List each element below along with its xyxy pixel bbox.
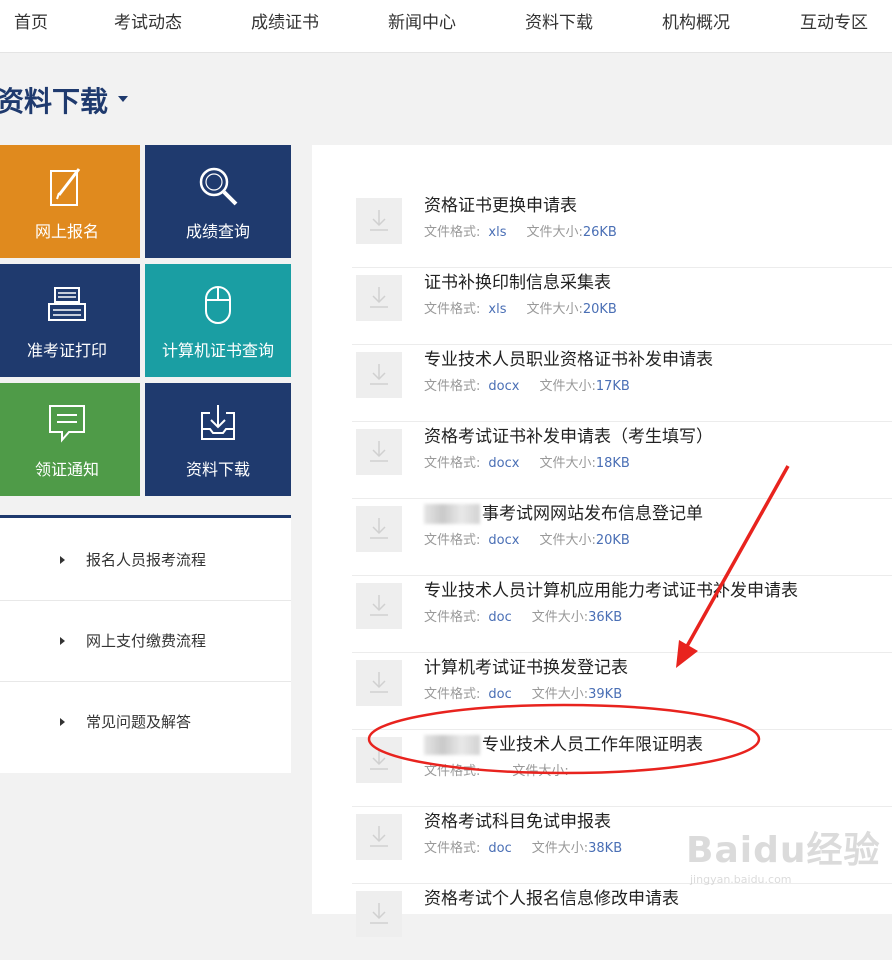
- edit-icon: [50, 168, 81, 206]
- caret-right-icon: [60, 556, 65, 564]
- file-meta: 文件格式: doc 文件大小:38KB: [424, 841, 623, 856]
- tile-online-registration[interactable]: 网上报名: [0, 145, 140, 258]
- file-meta: 文件格式: docx 文件大小:20KB: [424, 533, 630, 548]
- file-meta: 文件格式: doc 文件大小:39KB: [424, 687, 623, 702]
- printer-icon: [48, 287, 86, 321]
- redacted-text: [424, 735, 480, 755]
- download-icon: [356, 660, 402, 706]
- link-registration-process[interactable]: 报名人员报考流程: [0, 520, 291, 601]
- nav-about[interactable]: 机构概况: [662, 8, 730, 33]
- tile-label: 准考证打印: [26, 341, 107, 360]
- link-faq[interactable]: 常见问题及解答: [0, 682, 291, 762]
- download-tray-icon: [201, 405, 235, 440]
- quick-links: 报名人员报考流程 网上支付缴费流程 常见问题及解答: [0, 515, 291, 773]
- file-item-highlighted[interactable]: 专业技术人员工作年限证明表 文件格式: 文件大小:: [352, 729, 892, 807]
- nav-downloads[interactable]: 资料下载: [525, 8, 593, 33]
- download-icon: [356, 814, 402, 860]
- file-meta: 文件格式: docx 文件大小:18KB: [424, 456, 630, 471]
- tile-admission-print[interactable]: 准考证打印: [0, 264, 140, 377]
- watermark-url: jingyan.baidu.com: [690, 873, 792, 886]
- nav-interaction[interactable]: 互动专区: [800, 8, 868, 33]
- tile-label: 计算机证书查询: [161, 341, 274, 360]
- file-item[interactable]: 计算机考试证书换发登记表 文件格式: doc 文件大小:39KB: [352, 652, 892, 730]
- file-item[interactable]: 专业技术人员职业资格证书补发申请表 文件格式: docx 文件大小:17KB: [352, 344, 892, 422]
- tile-label: 成绩查询: [185, 222, 250, 241]
- caret-right-icon: [60, 718, 65, 726]
- link-label: 报名人员报考流程: [86, 551, 207, 569]
- file-name[interactable]: 证书补换印制信息采集表: [424, 268, 611, 293]
- link-label: 常见问题及解答: [86, 713, 192, 731]
- file-name[interactable]: 计算机考试证书换发登记表: [424, 653, 628, 678]
- nav-news-center[interactable]: 新闻中心: [388, 8, 456, 33]
- caret-right-icon: [60, 637, 65, 645]
- top-nav: 首页 考试动态 成绩证书 新闻中心 资料下载 机构概况 互动专区: [0, 0, 892, 53]
- file-meta: 文件格式: docx 文件大小:17KB: [424, 379, 630, 394]
- file-item[interactable]: 资格考试证书补发申请表（考生填写） 文件格式: docx 文件大小:18KB: [352, 421, 892, 499]
- download-icon: [356, 429, 402, 475]
- download-icon: [356, 891, 402, 937]
- file-name[interactable]: 事考试网网站发布信息登记单: [424, 499, 703, 524]
- download-icon: [356, 506, 402, 552]
- tile-label: 领证通知: [34, 460, 99, 479]
- tile-label: 网上报名: [34, 222, 99, 241]
- file-name[interactable]: 资格证书更换申请表: [424, 191, 577, 216]
- download-icon: [356, 583, 402, 629]
- download-icon: [356, 352, 402, 398]
- download-icon: [356, 198, 402, 244]
- file-meta: 文件格式: 文件大小:: [424, 764, 569, 779]
- message-icon: [49, 405, 85, 443]
- file-name[interactable]: 专业技术人员计算机应用能力考试证书补发申请表: [424, 576, 798, 601]
- file-meta: 文件格式: xls 文件大小:26KB: [424, 225, 617, 240]
- file-list-panel: 资格证书更换申请表 文件格式: xls 文件大小:26KB 证书补换印制信息采集表 …: [312, 145, 892, 937]
- tile-cert-notice[interactable]: 领证通知: [0, 383, 140, 496]
- link-label: 网上支付缴费流程: [86, 632, 207, 650]
- file-name[interactable]: 资格考试个人报名信息修改申请表: [424, 884, 679, 909]
- file-meta: 文件格式: xls 文件大小:20KB: [424, 302, 617, 317]
- file-item[interactable]: 资格证书更换申请表 文件格式: xls 文件大小:26KB: [352, 190, 892, 268]
- file-item[interactable]: 证书补换印制信息采集表 文件格式: xls 文件大小:20KB: [352, 267, 892, 345]
- tile-label: 资料下载: [185, 460, 250, 479]
- file-item[interactable]: 事考试网网站发布信息登记单 文件格式: docx 文件大小:20KB: [352, 498, 892, 576]
- search-icon: [199, 167, 238, 206]
- download-icon: [356, 737, 402, 783]
- file-item[interactable]: 专业技术人员计算机应用能力考试证书补发申请表 文件格式: doc 文件大小:36KB: [352, 575, 892, 653]
- redacted-text: [424, 504, 480, 524]
- file-meta: 文件格式: doc 文件大小:36KB: [424, 610, 623, 625]
- tile-computer-cert-query[interactable]: 计算机证书查询: [145, 264, 291, 377]
- nav-score-certificate[interactable]: 成绩证书: [251, 8, 319, 33]
- file-name[interactable]: 专业技术人员工作年限证明表: [424, 730, 703, 755]
- nav-home[interactable]: 首页: [14, 8, 48, 33]
- file-name[interactable]: 专业技术人员职业资格证书补发申请表: [424, 345, 713, 370]
- file-name[interactable]: 资格考试证书补发申请表（考生填写）: [424, 422, 713, 447]
- watermark-brand: Baidu经验: [686, 830, 881, 871]
- nav-exam-news[interactable]: 考试动态: [114, 8, 182, 33]
- baidu-watermark: Baidu经验 jingyan.baidu.com: [676, 815, 879, 895]
- tile-score-query[interactable]: 成绩查询: [145, 145, 291, 258]
- tile-downloads[interactable]: 资料下载: [145, 383, 291, 496]
- mouse-icon: [205, 286, 231, 324]
- caret-down-icon: [118, 96, 129, 102]
- file-name[interactable]: 资格考试科目免试申报表: [424, 807, 611, 832]
- page-title-text: 资料下载: [0, 85, 109, 118]
- download-icon: [356, 275, 402, 321]
- link-payment-process[interactable]: 网上支付缴费流程: [0, 601, 291, 682]
- page-title[interactable]: 资料下载: [0, 80, 129, 120]
